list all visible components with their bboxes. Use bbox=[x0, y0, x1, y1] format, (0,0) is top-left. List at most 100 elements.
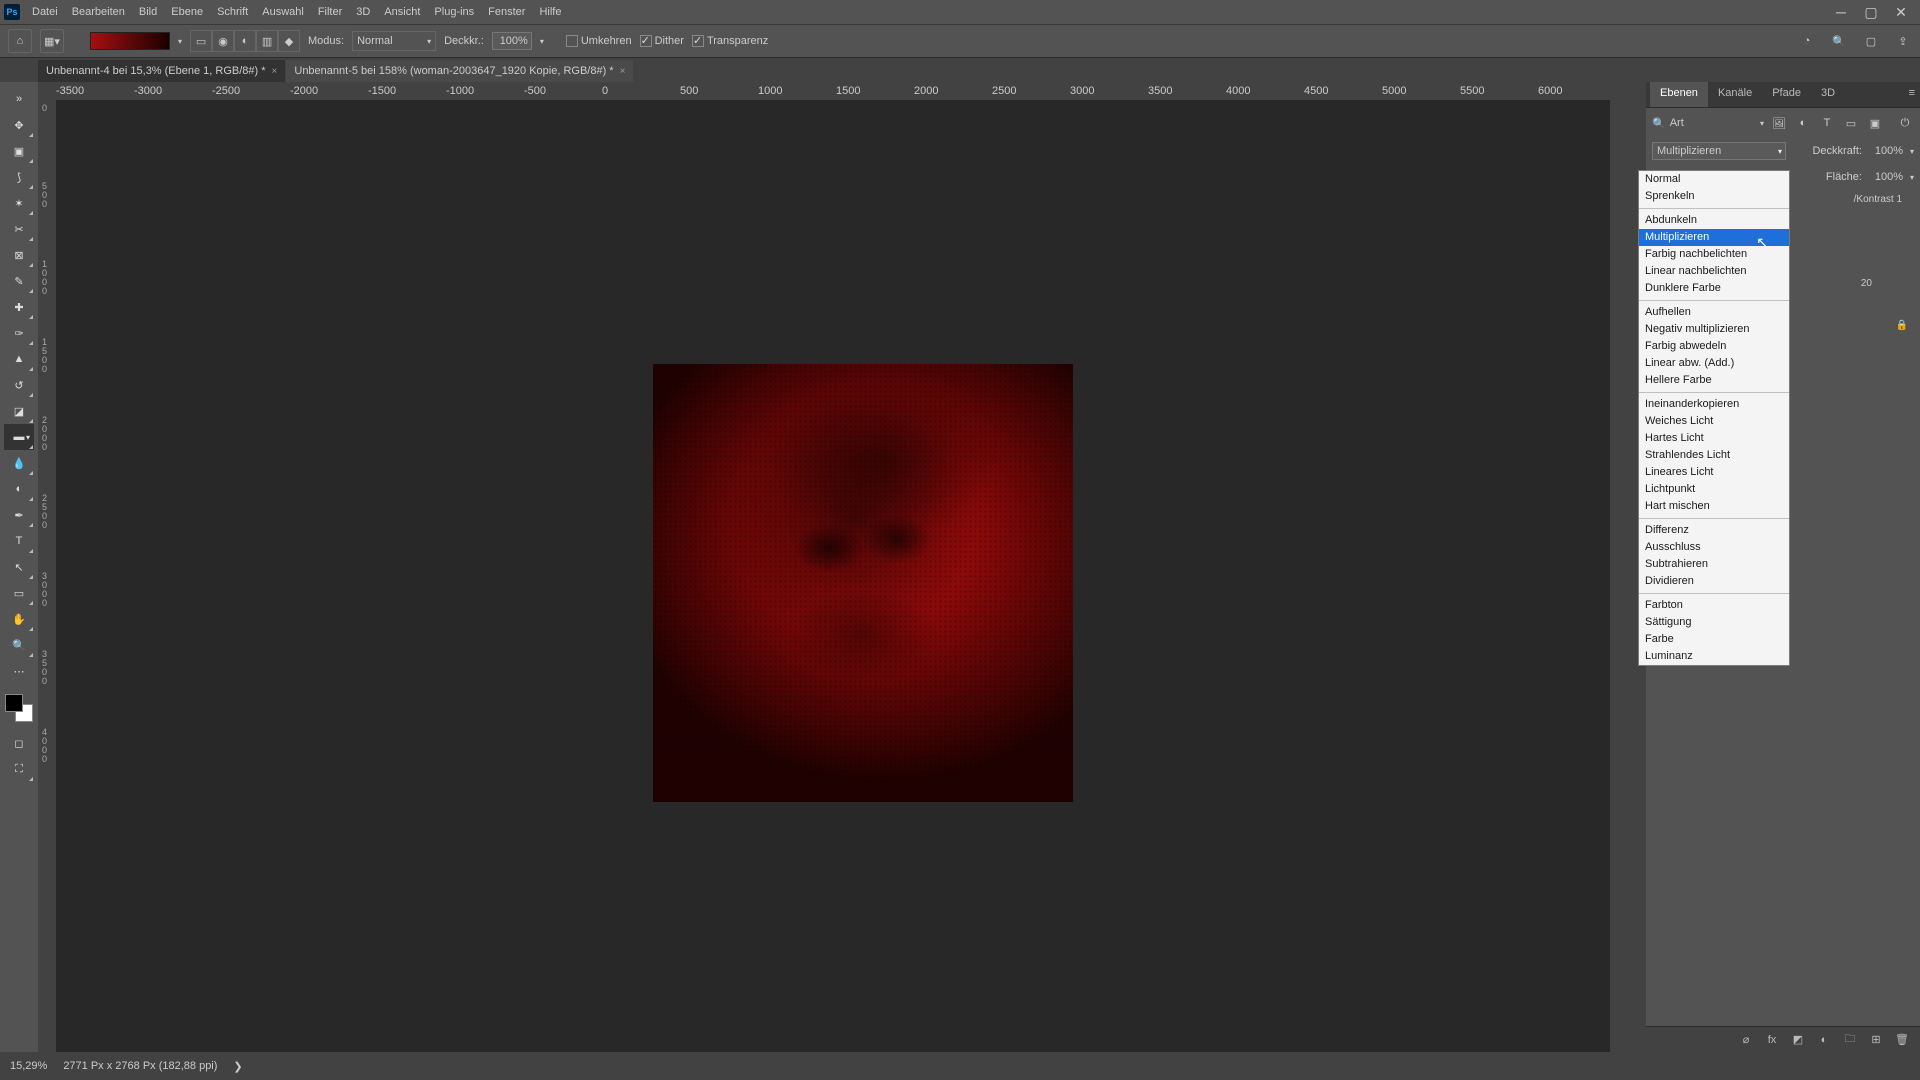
layer-group-icon[interactable]: 🗀 bbox=[1842, 1032, 1858, 1048]
zoom-tool[interactable]: 🔍 bbox=[4, 632, 34, 658]
gradient-diamond-button[interactable]: ◆ bbox=[278, 30, 300, 52]
panel-tab-3d[interactable]: 3D bbox=[1811, 82, 1845, 107]
layer-adjustment-entry[interactable]: /Kontrast 1 bbox=[1854, 194, 1902, 205]
zoom-level[interactable]: 15,29% bbox=[10, 1060, 47, 1072]
blur-tool[interactable]: 💧 bbox=[4, 450, 34, 476]
blend-option-hartes-licht[interactable]: Hartes Licht bbox=[1639, 430, 1789, 447]
hand-tool[interactable]: ✋ bbox=[4, 606, 34, 632]
fill-chevron-icon[interactable]: ▾ bbox=[1910, 173, 1914, 182]
menu-datei[interactable]: Datei bbox=[32, 6, 58, 18]
blend-option-linear-nachbelichten[interactable]: Linear nachbelichten bbox=[1639, 263, 1789, 280]
menu-plugins[interactable]: Plug-ins bbox=[434, 6, 474, 18]
opacity-chevron-icon[interactable]: ▾ bbox=[1910, 147, 1914, 156]
menu-fenster[interactable]: Fenster bbox=[488, 6, 525, 18]
share-icon[interactable]: ⇪ bbox=[1894, 32, 1912, 50]
heal-tool[interactable]: ✚ bbox=[4, 294, 34, 320]
stamp-tool[interactable]: ▲ bbox=[4, 346, 34, 372]
filter-smart-icon[interactable]: ▣ bbox=[1866, 114, 1884, 132]
type-tool[interactable]: T bbox=[4, 528, 34, 554]
tab-2-close-icon[interactable]: × bbox=[620, 66, 626, 77]
document-tab-1[interactable]: Unbenannt-4 bei 15,3% (Ebene 1, RGB/8#) … bbox=[38, 60, 285, 82]
opacity-input[interactable]: 100% bbox=[1866, 142, 1906, 160]
history-brush-tool[interactable]: ↺ bbox=[4, 372, 34, 398]
blend-option-ineinanderkopieren[interactable]: Ineinanderkopieren bbox=[1639, 396, 1789, 413]
blend-option-weiches-licht[interactable]: Weiches Licht bbox=[1639, 413, 1789, 430]
foreground-color-well[interactable] bbox=[5, 694, 23, 712]
home-button[interactable]: ⌂ bbox=[8, 29, 32, 53]
brush-tool[interactable]: ✑ bbox=[4, 320, 34, 346]
marquee-tool[interactable]: ▣ bbox=[4, 138, 34, 164]
blend-option-farbe[interactable]: Farbe bbox=[1639, 631, 1789, 648]
new-layer-icon[interactable]: ⊞ bbox=[1868, 1032, 1884, 1048]
blend-option-lineares-licht[interactable]: Lineares Licht bbox=[1639, 464, 1789, 481]
blend-mode-select[interactable]: Multiplizieren bbox=[1652, 142, 1786, 160]
ruler-horizontal[interactable]: -3500-3000-2500-2000-1500-1000-500050010… bbox=[56, 82, 1610, 100]
status-chevron-icon[interactable]: ❯ bbox=[233, 1060, 242, 1073]
document-tab-2[interactable]: Unbenannt-5 bei 158% (woman-2003647_1920… bbox=[286, 60, 633, 82]
blend-option-subtrahieren[interactable]: Subtrahieren bbox=[1639, 556, 1789, 573]
blend-option-strahlendes-licht[interactable]: Strahlendes Licht bbox=[1639, 447, 1789, 464]
panel-tab-ebenen[interactable]: Ebenen bbox=[1650, 82, 1708, 107]
menu-filter[interactable]: Filter bbox=[318, 6, 342, 18]
blend-option-ausschluss[interactable]: Ausschluss bbox=[1639, 539, 1789, 556]
gradient-tool[interactable]: ▬ bbox=[4, 424, 34, 450]
path-tool[interactable]: ↖ bbox=[4, 554, 34, 580]
dodge-tool[interactable]: ◐ bbox=[4, 476, 34, 502]
filter-toggle-icon[interactable]: ⏻ bbox=[1896, 114, 1914, 132]
filter-shape-icon[interactable]: ▭ bbox=[1842, 114, 1860, 132]
cloud-icon[interactable]: ◔ bbox=[1798, 32, 1816, 50]
blend-option-hart-mischen[interactable]: Hart mischen bbox=[1639, 498, 1789, 515]
filter-image-icon[interactable]: 🖼 bbox=[1770, 114, 1788, 132]
filter-adjust-icon[interactable]: ◐ bbox=[1794, 114, 1812, 132]
link-layers-icon[interactable]: ⌀ bbox=[1738, 1032, 1754, 1048]
layer-lock-icon[interactable]: 🔒 bbox=[1896, 320, 1908, 331]
doc-dimensions[interactable]: 2771 Px x 2768 Px (182,88 ppi) bbox=[63, 1060, 217, 1072]
maximize-button[interactable]: ▢ bbox=[1856, 2, 1886, 22]
layer-number-entry[interactable]: 20 bbox=[1861, 278, 1872, 289]
blend-option-abdunkeln[interactable]: Abdunkeln bbox=[1639, 212, 1789, 229]
ruler-vertical[interactable]: 05 0 01 0 0 01 5 0 02 0 0 02 5 0 03 0 0 … bbox=[38, 100, 56, 1052]
eyedropper-tool[interactable]: ✎ bbox=[4, 268, 34, 294]
tab-1-close-icon[interactable]: × bbox=[272, 66, 278, 77]
gradient-linear-button[interactable]: ▭ bbox=[190, 30, 212, 52]
ruler-origin[interactable] bbox=[38, 82, 56, 100]
edit-toolbar-icon[interactable]: ⋯ bbox=[4, 658, 34, 684]
panel-tab-pfade[interactable]: Pfade bbox=[1762, 82, 1811, 107]
menu-ansicht[interactable]: Ansicht bbox=[384, 6, 420, 18]
frame-tool[interactable]: ⊠ bbox=[4, 242, 34, 268]
blend-option-sprenkeln[interactable]: Sprenkeln bbox=[1639, 188, 1789, 205]
menu-3d[interactable]: 3D bbox=[356, 6, 370, 18]
lasso-tool[interactable]: ⟆ bbox=[4, 164, 34, 190]
fill-input[interactable]: 100% bbox=[1866, 168, 1906, 186]
crop-tool[interactable]: ✂ bbox=[4, 216, 34, 242]
blend-option-aufhellen[interactable]: Aufhellen bbox=[1639, 304, 1789, 321]
deckkraft-input[interactable]: 100% bbox=[492, 32, 532, 50]
pen-tool[interactable]: ✒ bbox=[4, 502, 34, 528]
blend-option-farbton[interactable]: Farbton bbox=[1639, 597, 1789, 614]
umkehren-checkbox[interactable]: Umkehren bbox=[566, 35, 632, 47]
blend-option-s-ttigung[interactable]: Sättigung bbox=[1639, 614, 1789, 631]
menu-ebene[interactable]: Ebene bbox=[171, 6, 203, 18]
swatch-chevron-icon[interactable]: ▾ bbox=[178, 37, 182, 46]
collapse-tools-icon[interactable]: » bbox=[4, 86, 34, 112]
blend-option-dividieren[interactable]: Dividieren bbox=[1639, 573, 1789, 590]
shape-tool[interactable]: ▭ bbox=[4, 580, 34, 606]
screenmode-button[interactable]: ⛶ bbox=[4, 756, 34, 782]
eraser-tool[interactable]: ◪ bbox=[4, 398, 34, 424]
layer-search[interactable]: 🔍 Art▾ bbox=[1652, 117, 1764, 130]
transparenz-checkbox[interactable]: Transparenz bbox=[692, 35, 768, 47]
color-wells[interactable] bbox=[5, 694, 33, 722]
deckkraft-chevron-icon[interactable]: ▾ bbox=[540, 37, 544, 46]
gradient-swatch[interactable] bbox=[90, 32, 170, 50]
panel-tab-kanaele[interactable]: Kanäle bbox=[1708, 82, 1762, 107]
blend-option-luminanz[interactable]: Luminanz bbox=[1639, 648, 1789, 665]
blend-option-dunklere-farbe[interactable]: Dunklere Farbe bbox=[1639, 280, 1789, 297]
layer-fx-icon[interactable]: fx bbox=[1764, 1032, 1780, 1048]
blend-option-hellere-farbe[interactable]: Hellere Farbe bbox=[1639, 372, 1789, 389]
menu-bild[interactable]: Bild bbox=[139, 6, 157, 18]
menu-bearbeiten[interactable]: Bearbeiten bbox=[72, 6, 125, 18]
gradient-radial-button[interactable]: ◉ bbox=[212, 30, 234, 52]
blend-option-negativ-multiplizieren[interactable]: Negativ multiplizieren bbox=[1639, 321, 1789, 338]
modus-select[interactable]: Normal bbox=[352, 31, 436, 51]
blend-option-lichtpunkt[interactable]: Lichtpunkt bbox=[1639, 481, 1789, 498]
